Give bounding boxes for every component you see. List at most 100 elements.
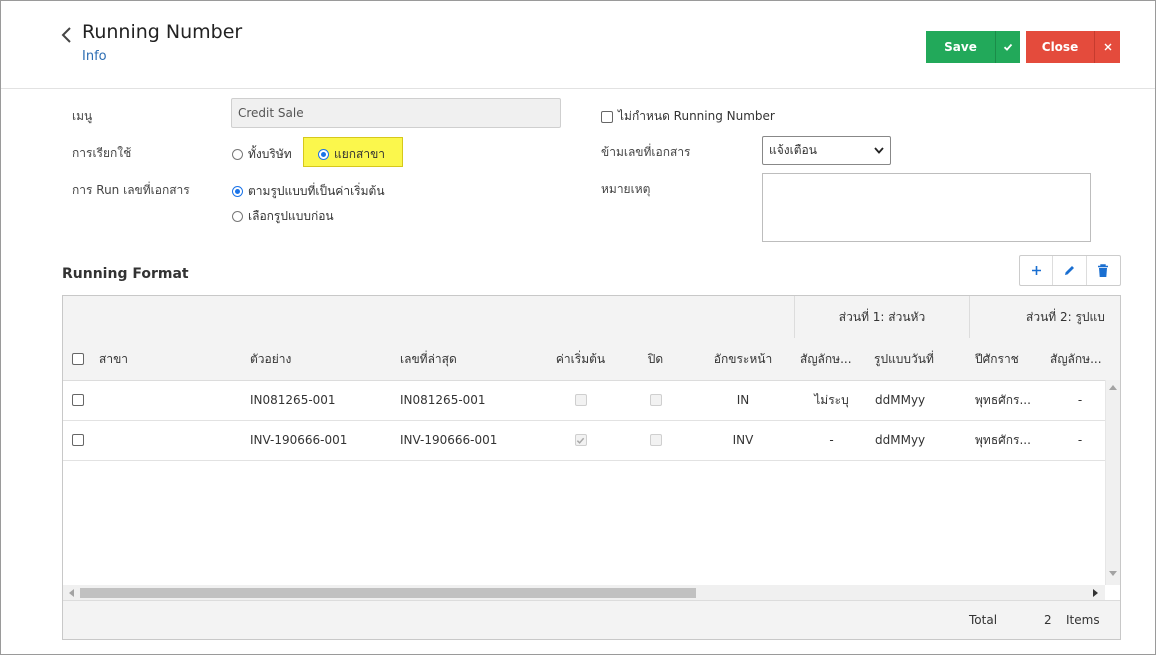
no-running-number-option[interactable]: ไม่กำหนด Running Number	[601, 107, 775, 126]
scroll-left-icon[interactable]	[68, 589, 74, 597]
run-option-choose[interactable]: เลือกรูปแบบก่อน	[232, 207, 334, 226]
default-checkbox-checked	[574, 434, 587, 446]
closed-checkbox	[649, 434, 662, 446]
save-button[interactable]: Save	[926, 31, 995, 63]
save-button-group: Save	[926, 31, 1020, 63]
cell-closed	[628, 380, 683, 420]
run-option-choose-label: เลือกรูปแบบก่อน	[248, 209, 334, 223]
chevron-left-icon[interactable]	[59, 25, 75, 45]
chevron-down-icon	[874, 147, 884, 154]
no-running-number-checkbox[interactable]	[601, 110, 613, 123]
close-button-group: Close	[1026, 31, 1120, 63]
add-button[interactable]	[1020, 256, 1054, 285]
close-button[interactable]: Close	[1026, 31, 1094, 63]
close-icon	[1104, 43, 1111, 51]
cell-prefix: INV	[732, 433, 754, 447]
cell-era: พุทธศักร...	[975, 432, 1031, 447]
check-icon	[576, 437, 585, 444]
col-example[interactable]: ตัวอย่าง	[250, 338, 291, 380]
cell-symbol: -	[829, 433, 834, 447]
col-date-format[interactable]: รูปแบบวันที่	[874, 338, 934, 380]
cell-example: INV-190666-001	[250, 433, 348, 447]
items-label: Items	[1066, 613, 1100, 627]
row-select-cell[interactable]	[72, 420, 84, 460]
page-title: Running Number	[82, 21, 243, 43]
col-closed[interactable]: ปิด	[628, 338, 683, 380]
total-label: Total	[969, 613, 998, 627]
usage-option-branch-label: แยกสาขา	[334, 147, 386, 161]
col-era[interactable]: ปีศักราช	[975, 338, 1019, 380]
save-confirm-button[interactable]	[995, 31, 1020, 63]
radio-button[interactable]	[232, 149, 243, 160]
radio-button-selected[interactable]	[232, 186, 243, 197]
scroll-right-icon[interactable]	[1093, 589, 1099, 597]
running-format-title: Running Format	[62, 266, 189, 282]
skip-doc-label: ข้ามเลขที่เอกสาร	[601, 145, 691, 159]
cell-closed	[628, 420, 683, 460]
plus-icon	[1031, 266, 1041, 275]
running-format-grid: ส่วนที่ 1: ส่วนหัว ส่วนที่ 2: รูปแบ สาขา…	[62, 295, 1121, 640]
close-x-button[interactable]	[1094, 31, 1120, 63]
usage-option-company-label: ทั้งบริษัท	[248, 147, 292, 161]
info-link[interactable]: Info	[82, 49, 107, 64]
band-header-part1: ส่วนที่ 1: ส่วนหัว	[794, 296, 969, 338]
select-all-checkbox[interactable]	[72, 353, 84, 365]
table-row[interactable]: INV-190666-001 INV-190666-001 INV - ddMM…	[63, 420, 1105, 461]
default-checkbox	[574, 394, 587, 406]
usage-label: การเรียกใช้	[72, 146, 132, 160]
usage-option-branch[interactable]: แยกสาขา	[318, 145, 385, 164]
band-header-part2: ส่วนที่ 2: รูปแบ	[969, 296, 1120, 338]
horizontal-scrollbar[interactable]	[63, 585, 1105, 600]
run-option-default-label: ตามรูปแบบที่เป็นค่าเริ่มต้น	[248, 184, 385, 198]
skip-doc-select-value: แจ้งเตือน	[769, 143, 817, 157]
grid-column-headers: สาขา ตัวอย่าง เลขที่ล่าสุด ค่าเริ่มต้น ป…	[63, 338, 1120, 381]
row-checkbox[interactable]	[72, 434, 84, 446]
row-checkbox[interactable]	[72, 394, 84, 406]
radio-button-selected[interactable]	[318, 149, 329, 160]
menu-label: เมนู	[72, 109, 93, 123]
grid-footer: Total 2 Items	[63, 600, 1120, 639]
cell-latest: INV-190666-001	[400, 433, 498, 447]
run-label: การ Run เลขที่เอกสาร	[72, 183, 190, 197]
select-all-cell[interactable]	[72, 338, 84, 380]
cell-latest: IN081265-001	[400, 393, 486, 407]
scroll-down-icon[interactable]	[1109, 571, 1117, 577]
no-running-number-label: ไม่กำหนด Running Number	[618, 109, 775, 123]
skip-doc-select[interactable]: แจ้งเตือน	[762, 136, 891, 165]
remark-textarea[interactable]	[762, 173, 1091, 242]
check-icon	[1003, 43, 1013, 51]
run-option-default[interactable]: ตามรูปแบบที่เป็นค่าเริ่มต้น	[232, 182, 385, 201]
vertical-scrollbar[interactable]	[1105, 380, 1120, 585]
cell-symbol2: -	[1077, 393, 1083, 407]
usage-option-company[interactable]: ทั้งบริษัท	[232, 145, 292, 164]
col-prefix[interactable]: อักขระหน้า	[703, 338, 783, 380]
cell-default	[543, 420, 618, 460]
col-symbol[interactable]: สัญลักษ...	[800, 338, 864, 380]
pencil-icon	[1065, 266, 1075, 275]
radio-button[interactable]	[232, 211, 243, 222]
total-count: 2	[1044, 613, 1052, 627]
cell-era: พุทธศักร...	[975, 392, 1031, 407]
grid-band-header: ส่วนที่ 1: ส่วนหัว ส่วนที่ 2: รูปแบ	[63, 296, 1120, 339]
cell-date-format: ddMMyy	[875, 433, 926, 447]
closed-checkbox	[649, 394, 662, 406]
menu-input[interactable]	[231, 98, 561, 128]
cell-prefix: IN	[736, 393, 750, 407]
cell-default	[543, 380, 618, 420]
col-branch[interactable]: สาขา	[99, 338, 128, 380]
delete-button[interactable]	[1087, 256, 1120, 285]
grid-toolbar	[1019, 255, 1121, 286]
trash-icon	[1098, 263, 1109, 277]
scroll-up-icon[interactable]	[1109, 384, 1117, 390]
horizontal-scroll-thumb[interactable]	[80, 588, 696, 598]
col-default[interactable]: ค่าเริ่มต้น	[543, 338, 618, 380]
table-row[interactable]: IN081265-001 IN081265-001 IN ไม่ระบุ ddM…	[63, 380, 1105, 421]
cell-symbol: ไม่ระบุ	[814, 392, 849, 407]
edit-button[interactable]	[1053, 256, 1087, 285]
page-header: Running Number Info Save Close	[1, 1, 1155, 89]
col-symbol2[interactable]: สัญลักษ...	[1050, 338, 1105, 380]
cell-date-format: ddMMyy	[875, 393, 926, 407]
col-latest[interactable]: เลขที่ล่าสุด	[400, 338, 457, 380]
remark-label: หมายเหตุ	[601, 182, 651, 196]
row-select-cell[interactable]	[72, 380, 84, 420]
